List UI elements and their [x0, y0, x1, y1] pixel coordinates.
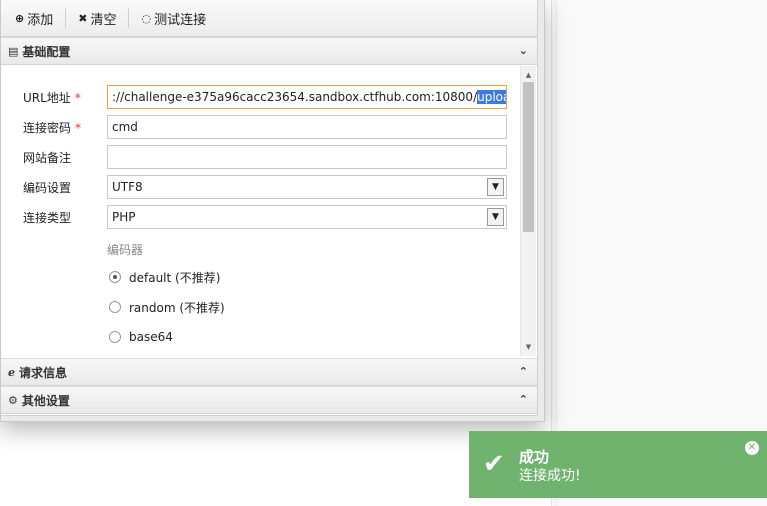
form-scrollbar[interactable]: ▲ ▼ — [520, 66, 536, 356]
encoding-label: 编码设置 — [23, 181, 72, 195]
x-icon: ✖ — [78, 11, 88, 25]
type-label: 连接类型 — [23, 211, 72, 225]
encoder-label: base64 — [129, 330, 173, 344]
scroll-up-icon[interactable]: ▲ — [521, 68, 536, 82]
password-input[interactable]: cmd — [107, 115, 507, 139]
dialog-body: ⊕ 添加 ✖ 清空 ◌ 测试连接 ▤ 基础配置 ⌄ URL地址 * ://chal… — [1, 0, 538, 416]
chevron-down-icon[interactable]: ▼ — [487, 208, 504, 226]
toast-message: 连接成功! — [519, 468, 581, 484]
encoder-radio-random[interactable]: random (不推荐) — [109, 298, 309, 316]
radio-unchecked[interactable] — [109, 331, 121, 343]
check-icon: ✔ — [483, 449, 505, 479]
encoder-radio-default[interactable]: default (不推荐) — [109, 268, 309, 286]
chevron-up-icon: ⌃ — [518, 393, 528, 406]
chevron-down-icon[interactable]: ▼ — [487, 178, 504, 196]
radio-checked[interactable] — [109, 271, 121, 283]
url-input[interactable]: ://challenge-e375a96cacc23654.sandbox.ct… — [107, 85, 507, 109]
add-button[interactable]: ⊕ 添加 — [9, 6, 59, 30]
chevron-up-icon: ⌃ — [518, 365, 528, 378]
password-row: 连接密码 * cmd — [1, 115, 521, 139]
required-mark: * — [75, 121, 82, 135]
section-basic-config[interactable]: ▤ 基础配置 ⌄ — [1, 37, 537, 65]
encoding-row: 编码设置 UTF8 ▼ — [1, 175, 521, 199]
test-label: 测试连接 — [154, 12, 207, 28]
test-connection-button[interactable]: ◌ 测试连接 — [135, 6, 212, 30]
url-row: URL地址 * ://challenge-e375a96cacc23654.san… — [1, 85, 521, 109]
password-label: 连接密码 * — [23, 121, 82, 135]
required-mark: * — [74, 91, 81, 105]
url-value: ://challenge-e375a96cacc23654.sandbox.ct… — [112, 90, 478, 104]
encoding-select[interactable]: UTF8 ▼ — [107, 175, 507, 199]
encoder-group-label: 编码器 — [107, 243, 144, 257]
add-label: 添加 — [27, 12, 54, 28]
file-icon: ▤ — [8, 44, 19, 58]
close-icon[interactable]: ✕ — [745, 441, 759, 455]
section-other-title: 其他设置 — [21, 393, 70, 408]
encoder-label: random (不推荐) — [129, 300, 225, 315]
note-row: 网站备注 — [1, 145, 521, 169]
clear-label: 清空 — [90, 12, 117, 28]
section-request-title: 请求信息 — [19, 365, 68, 380]
toolbar-divider — [65, 8, 67, 28]
basic-config-form: URL地址 * ://challenge-e375a96cacc23654.san… — [1, 66, 537, 356]
section-other-settings[interactable]: ⚙ 其他设置 ⌃ — [1, 386, 537, 414]
url-label: URL地址 * — [23, 91, 81, 105]
connection-dialog: ⊕ 添加 ✖ 清空 ◌ 测试连接 ▤ 基础配置 ⌄ URL地址 * ://chal… — [0, 0, 545, 422]
encoder-label: default (不推荐) — [129, 270, 221, 285]
gears-icon: ⚙ — [8, 393, 18, 407]
encoder-radio-base64[interactable]: base64 — [109, 328, 309, 346]
toolbar: ⊕ 添加 ✖ 清空 ◌ 测试连接 — [1, 0, 537, 37]
type-row: 连接类型 PHP ▼ — [1, 205, 521, 229]
encoding-value: UTF8 — [112, 180, 143, 194]
toast-title: 成功 — [519, 448, 550, 466]
success-toast: ✔ 成功 连接成功! ✕ — [469, 431, 767, 498]
chevron-down-icon: ⌄ — [518, 44, 528, 57]
type-value: PHP — [112, 210, 136, 224]
plus-circle-icon: ⊕ — [15, 11, 25, 25]
spinner-icon: ◌ — [141, 11, 152, 25]
note-label: 网站备注 — [23, 151, 72, 165]
scroll-down-icon[interactable]: ▼ — [521, 340, 536, 354]
edge-icon: ℯ — [8, 365, 15, 379]
radio-unchecked[interactable] — [109, 301, 121, 313]
toolbar-divider — [128, 8, 130, 28]
url-value-selected: upload/2.png — [477, 90, 506, 104]
section-basic-title: 基础配置 — [22, 44, 71, 59]
clear-button[interactable]: ✖ 清空 — [72, 6, 122, 30]
type-select[interactable]: PHP ▼ — [107, 205, 507, 229]
scrollbar-thumb[interactable] — [523, 82, 534, 232]
note-input[interactable] — [107, 145, 507, 169]
section-request-info[interactable]: ℯ 请求信息 ⌃ — [1, 358, 537, 386]
